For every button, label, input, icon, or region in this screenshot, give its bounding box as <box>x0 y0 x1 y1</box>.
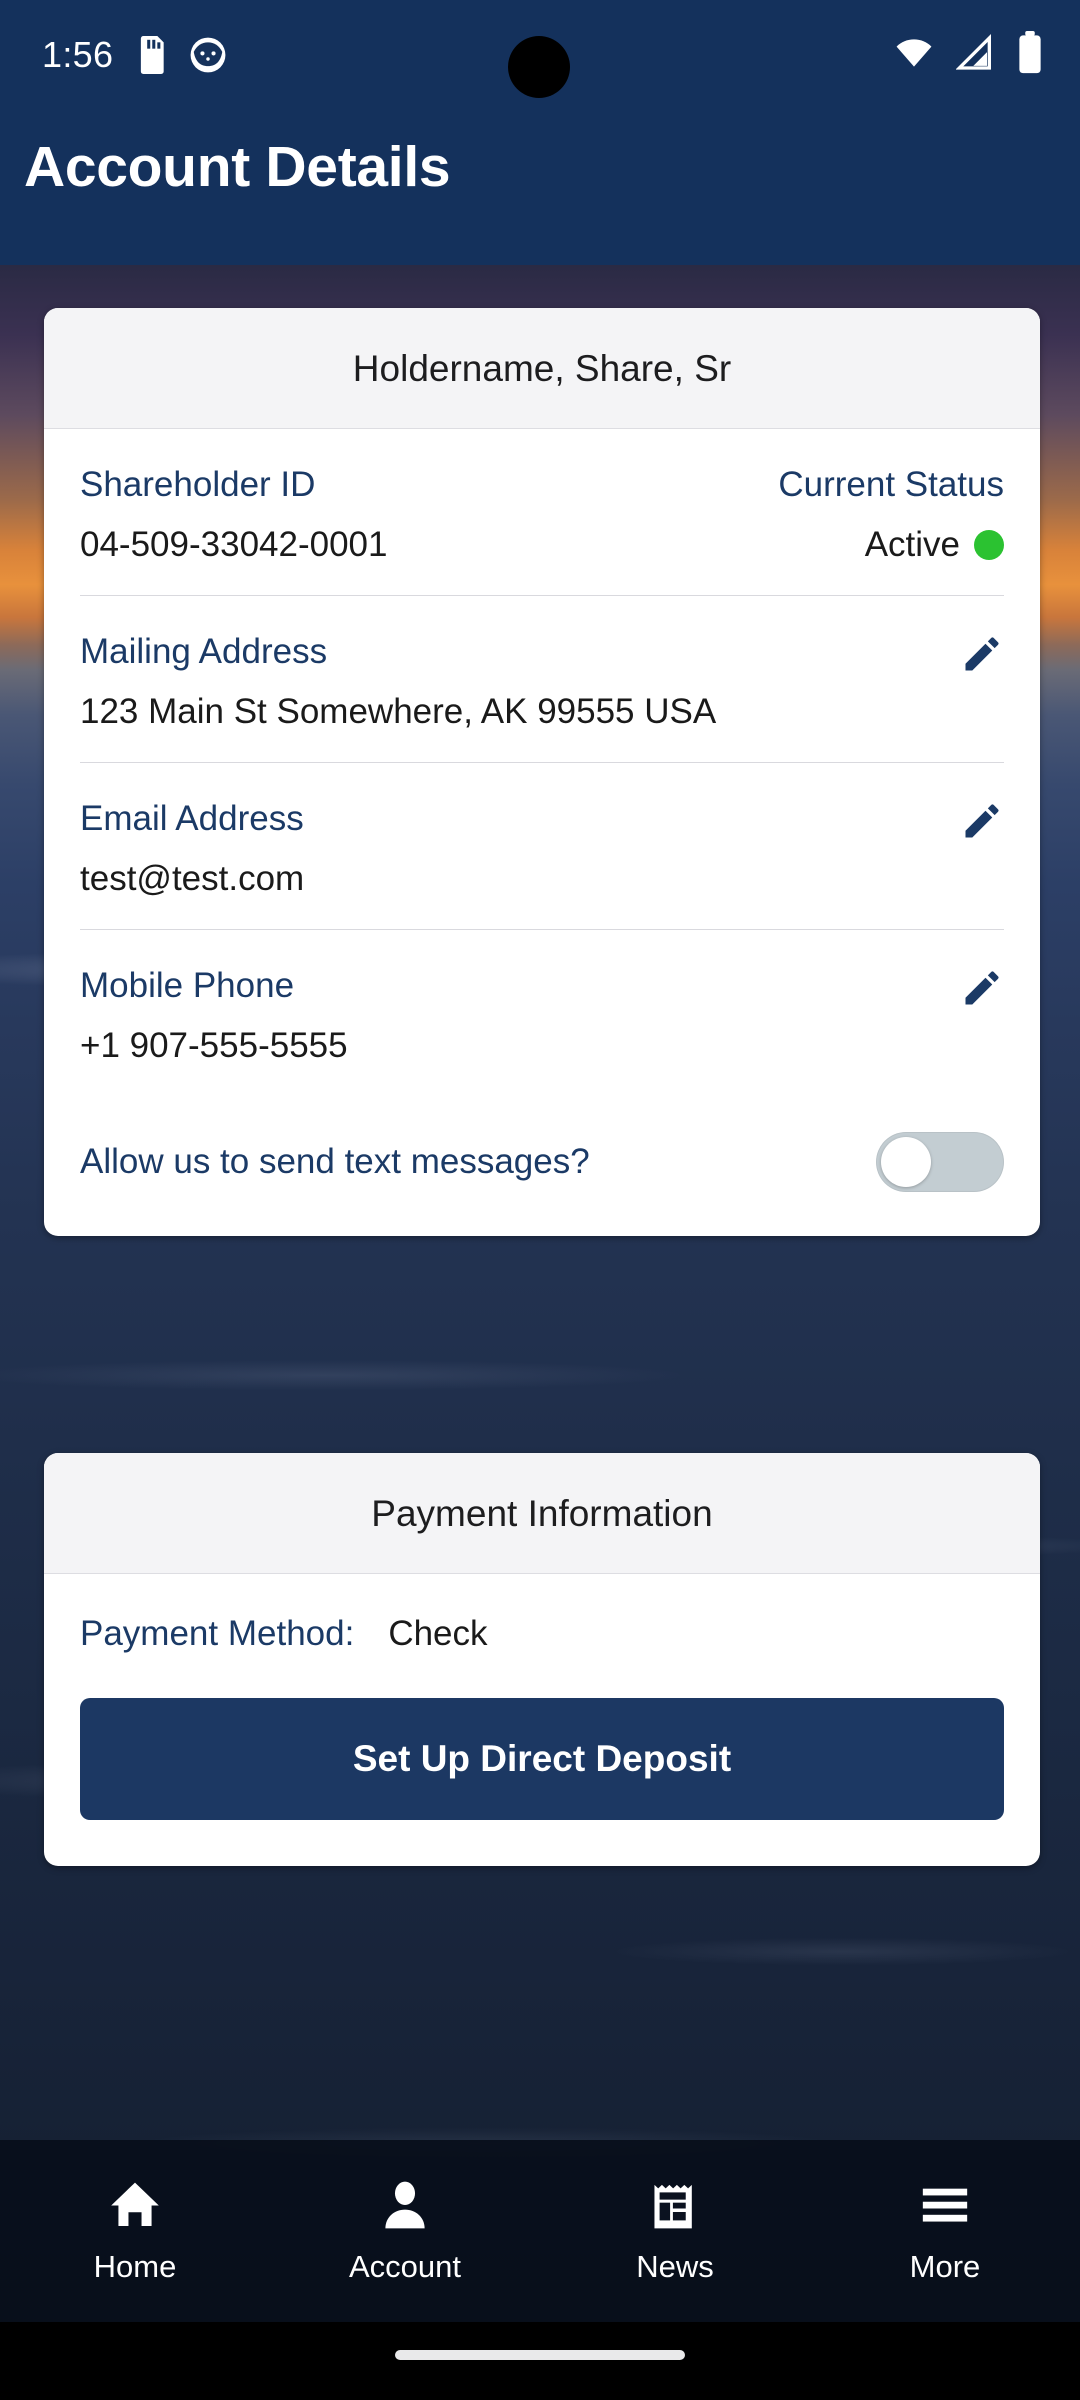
mobile-phone-label: Mobile Phone <box>80 966 295 1005</box>
set-up-direct-deposit-button[interactable]: Set Up Direct Deposit <box>80 1698 1004 1820</box>
payment-card-body: Payment Method: Check Set Up Direct Depo… <box>44 1574 1040 1820</box>
text-messages-label: Allow us to send text messages? <box>80 1142 590 1181</box>
nav-label-news: News <box>636 2249 714 2284</box>
account-card-header: Holdername, Share, Sr <box>44 308 1040 429</box>
status-clock: 1:56 <box>42 34 114 75</box>
nav-label-account: Account <box>348 2249 461 2284</box>
person-icon <box>377 2177 433 2233</box>
nav-item-home[interactable]: Home <box>0 2140 270 2322</box>
pencil-icon[interactable] <box>960 799 1004 843</box>
shareholder-status-row: Shareholder ID 04-509-33042-0001 Current… <box>80 429 1004 596</box>
phone-screen: 1:56 Account Details Holdername, Share, … <box>0 0 1080 2400</box>
current-status-block: Current Status Active <box>778 465 1004 565</box>
payment-method-label: Payment Method: <box>80 1614 355 1653</box>
payment-method-value: Check <box>388 1614 488 1653</box>
toggle-knob <box>881 1137 931 1187</box>
text-messages-toggle[interactable] <box>876 1132 1004 1192</box>
payment-card-header: Payment Information <box>44 1453 1040 1574</box>
newspaper-icon <box>647 2177 703 2233</box>
mailing-address-value: 123 Main St Somewhere, AK 99555 USA <box>80 692 717 731</box>
status-bar-left: 1:56 <box>42 0 227 110</box>
payment-information-card: Payment Information Payment Method: Chec… <box>44 1453 1040 1866</box>
payment-method-row: Payment Method: Check <box>80 1574 1004 1654</box>
camera-punch-hole <box>508 36 570 98</box>
mobile-phone-row: Mobile Phone +1 907-555-5555 <box>80 930 1004 1096</box>
account-card-body: Shareholder ID 04-509-33042-0001 Current… <box>44 429 1040 1236</box>
mailing-address-row: Mailing Address 123 Main St Somewhere, A… <box>80 596 1004 763</box>
app-bar: Account Details <box>0 110 1080 265</box>
current-status-label: Current Status <box>778 465 1004 504</box>
gesture-home-pill[interactable] <box>395 2350 685 2360</box>
email-address-value: test@test.com <box>80 859 305 898</box>
hamburger-menu-icon <box>917 2177 973 2233</box>
nav-label-home: Home <box>93 2249 177 2284</box>
shareholder-id-value: 04-509-33042-0001 <box>80 525 388 564</box>
app-notification-icon <box>189 36 227 74</box>
bottom-navigation-bar: Home Account News More <box>0 2140 1080 2322</box>
status-indicator-dot <box>974 530 1004 560</box>
mobile-phone-value: +1 907-555-5555 <box>80 1026 348 1065</box>
nav-label-more: More <box>909 2249 981 2284</box>
email-address-label: Email Address <box>80 799 304 838</box>
wifi-icon <box>892 31 936 80</box>
email-address-row: Email Address test@test.com <box>80 763 1004 930</box>
system-gesture-area <box>0 2322 1080 2400</box>
text-messages-row: Allow us to send text messages? <box>80 1096 1004 1236</box>
shareholder-id-label: Shareholder ID <box>80 465 316 504</box>
current-status-value: Active <box>864 525 960 564</box>
battery-icon <box>1016 30 1044 80</box>
nav-item-news[interactable]: News <box>540 2140 810 2322</box>
status-bar-right <box>892 0 1044 110</box>
account-details-card: Holdername, Share, Sr Shareholder ID 04-… <box>44 308 1040 1236</box>
home-icon <box>107 2177 163 2233</box>
sd-card-icon <box>135 36 167 74</box>
status-badge: Active <box>778 525 1004 565</box>
shareholder-id-block: Shareholder ID 04-509-33042-0001 <box>80 465 387 565</box>
nav-item-more[interactable]: More <box>810 2140 1080 2322</box>
page-title: Account Details <box>24 135 451 199</box>
pencil-icon[interactable] <box>960 632 1004 676</box>
mailing-address-label: Mailing Address <box>80 632 328 671</box>
cellular-signal-icon <box>955 33 996 78</box>
pencil-icon[interactable] <box>960 966 1004 1010</box>
nav-item-account[interactable]: Account <box>270 2140 540 2322</box>
